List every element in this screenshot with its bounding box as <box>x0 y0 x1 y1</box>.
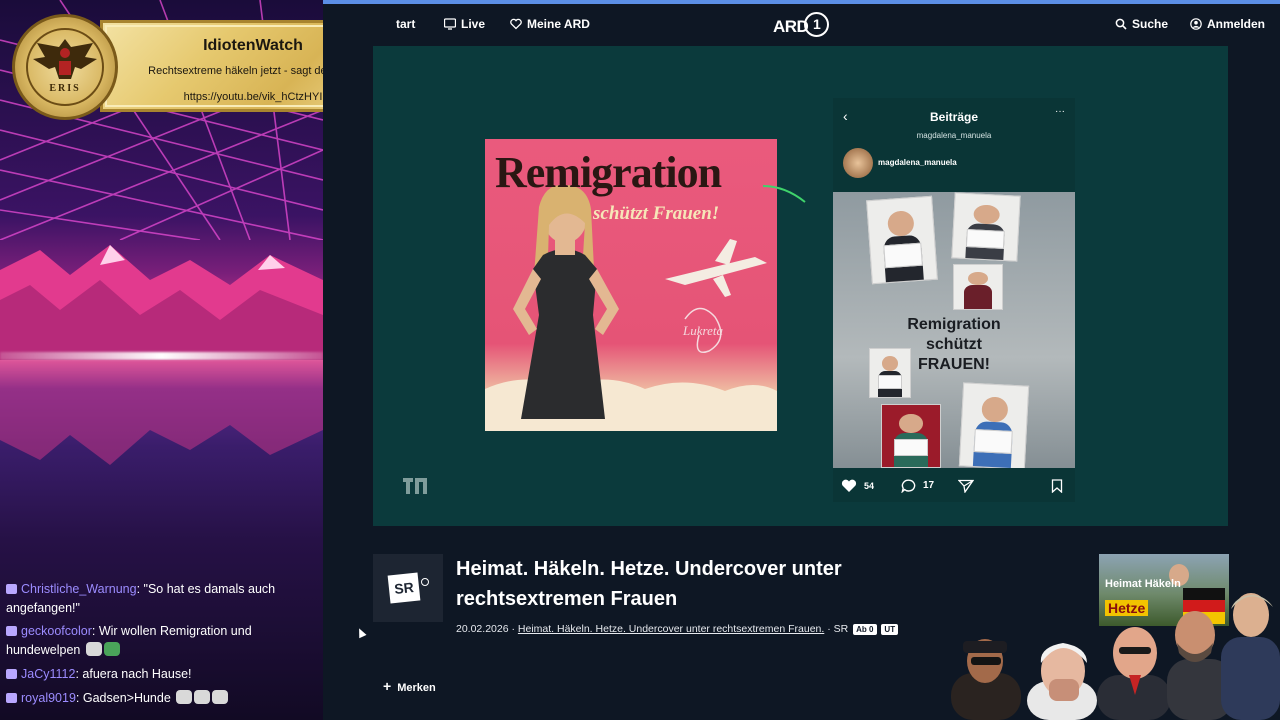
nav-login[interactable]: Anmelden <box>1190 17 1265 31</box>
channel-badge: IdiotenWatch Rechtsextreme häkeln jetzt … <box>12 14 323 120</box>
emote-icon <box>212 690 229 704</box>
series-link[interactable]: Heimat. Häkeln. Hetze. Undercover unter … <box>518 623 824 635</box>
more-icon: ··· <box>1055 106 1065 117</box>
video-date: 20.02.2026 <box>456 623 509 635</box>
nav-meine-ard-label: Meine ARD <box>527 17 590 31</box>
mountain-reflection <box>0 360 323 465</box>
top-navigation: tart Live Meine ARD ARD 1 Suche Anmelden <box>323 4 1280 46</box>
chat-username[interactable]: JaCy1112 <box>21 667 75 681</box>
nav-search-label: Suche <box>1132 17 1169 31</box>
chat-badge-icon <box>6 626 17 636</box>
logo-text: ARD <box>773 17 809 36</box>
screen: IdiotenWatch Rechtsextreme häkeln jetzt … <box>0 0 1280 720</box>
chat-message: geckoofcolor: Wir wollen Remigration und… <box>6 624 252 657</box>
emote-icon <box>103 642 120 656</box>
merken-button[interactable]: + Merken <box>383 678 436 694</box>
avatar <box>843 148 873 178</box>
age-rating-badge: Ab 0 <box>853 624 877 635</box>
mountain-range <box>0 245 323 360</box>
poster-subtitle: schützt Frauen! <box>593 203 720 224</box>
arrow-stroke <box>762 185 806 203</box>
nav-live[interactable]: Live <box>444 17 485 31</box>
streamer-cameo-figures <box>951 593 1280 720</box>
tv-icon <box>444 18 456 30</box>
emote-icon <box>85 642 102 656</box>
poster-signature: Lukreta <box>683 323 723 338</box>
comment-icon <box>901 479 916 493</box>
poster-title: Remigration <box>495 148 722 197</box>
sr-channel-logo[interactable]: SR <box>373 554 443 622</box>
chat-message: Christliche_Warnung: "So hat es damals a… <box>6 582 276 615</box>
heart-icon <box>841 479 857 492</box>
insta-title: Beiträge <box>929 110 979 124</box>
horizon-glow <box>0 352 323 360</box>
eris-seal-logo: ERIS <box>12 14 118 120</box>
insta-account: magdalena_manuela <box>916 131 992 140</box>
video-meta: 20.02.2026 · Heimat. Häkeln. Hetze. Unde… <box>456 623 899 635</box>
watermark-icon <box>401 474 429 498</box>
emote-icon <box>176 690 193 704</box>
user-icon <box>1190 18 1202 30</box>
nav-start[interactable]: tart <box>396 17 415 31</box>
badge-plate: IdiotenWatch Rechtsextreme häkeln jetzt … <box>100 20 323 112</box>
chat-message: royal9019: Gadsen>Hunde <box>6 689 306 708</box>
like-count: 54 <box>864 481 875 491</box>
video-title: Heimat. Häkeln. Hetze. Undercover unter … <box>456 558 842 610</box>
bookmark-icon <box>1051 479 1063 493</box>
chat-text: Gadsen>Hunde <box>82 691 171 705</box>
heart-icon <box>510 18 522 30</box>
sr-logo-text: SR <box>387 572 421 604</box>
collage-photo <box>869 348 911 398</box>
collage-photo <box>866 195 938 285</box>
chat-username[interactable]: geckoofcolor <box>21 624 92 638</box>
broadcaster: SR <box>833 623 849 635</box>
collage-photo <box>953 264 1003 310</box>
seal-text: ERIS <box>49 83 81 94</box>
badge-url: https://youtu.be/vik_hCtzHYI <box>183 91 323 103</box>
ard-logo[interactable]: ARD 1 <box>773 12 833 38</box>
remigration-poster-image: Remigration schützt Frauen! Lukreta <box>485 139 777 431</box>
stream-overlay-panel: IdiotenWatch Rechtsextreme häkeln jetzt … <box>0 0 323 720</box>
chat-message: JaCy1112: afuera nach Hause! <box>6 665 306 684</box>
emote-icon <box>194 690 211 704</box>
chat-badge-icon <box>6 669 17 679</box>
figure-white-hair <box>1027 643 1097 720</box>
logo-number: 1 <box>813 16 821 32</box>
collage-photo <box>958 382 1030 468</box>
plus-icon: + <box>383 678 392 694</box>
badge-title: IdiotenWatch <box>203 37 303 54</box>
merken-label: Merken <box>397 682 436 694</box>
registered-icon <box>421 578 429 586</box>
badge-subtitle: Rechtsextreme häkeln jetzt - sagt der ÖR… <box>148 65 323 77</box>
logo-ring: 1 <box>804 12 829 37</box>
collage-photo <box>951 192 1021 262</box>
nav-login-label: Anmelden <box>1207 17 1266 31</box>
figure-grey-hair <box>1221 593 1280 720</box>
nav-meine-ard[interactable]: Meine ARD <box>510 17 590 31</box>
chat-badge-icon <box>6 584 17 594</box>
search-icon <box>1115 18 1127 30</box>
figure-hat-man <box>951 639 1021 720</box>
comment-count: 17 <box>923 480 935 491</box>
video-player[interactable]: Remigration schützt Frauen! Lukreta ‹ Be… <box>373 46 1228 526</box>
chat-username[interactable]: royal9019 <box>21 691 76 705</box>
insta-username: magdalena_manuela <box>878 158 957 167</box>
collage-photo <box>881 404 941 468</box>
share-icon <box>958 479 974 493</box>
figure-suit-glasses <box>1097 627 1171 720</box>
instagram-screenshot: ‹ Beiträge ··· magdalena_manuela magdale… <box>833 98 1075 502</box>
chat-text: afuera nach Hause! <box>82 667 192 681</box>
chat-badge-icon <box>6 693 17 703</box>
chat-username[interactable]: Christliche_Warnung <box>21 582 137 596</box>
insta-post-image: Remigration schützt FRAUEN! <box>833 192 1075 468</box>
post-text-line: Remigration <box>907 316 1001 333</box>
insta-actions: 54 17 <box>833 476 1075 496</box>
subtitle-badge: UT <box>881 624 899 635</box>
eagle-icon <box>33 39 97 79</box>
nav-live-label: Live <box>461 17 486 31</box>
nav-search[interactable]: Suche <box>1115 17 1168 31</box>
